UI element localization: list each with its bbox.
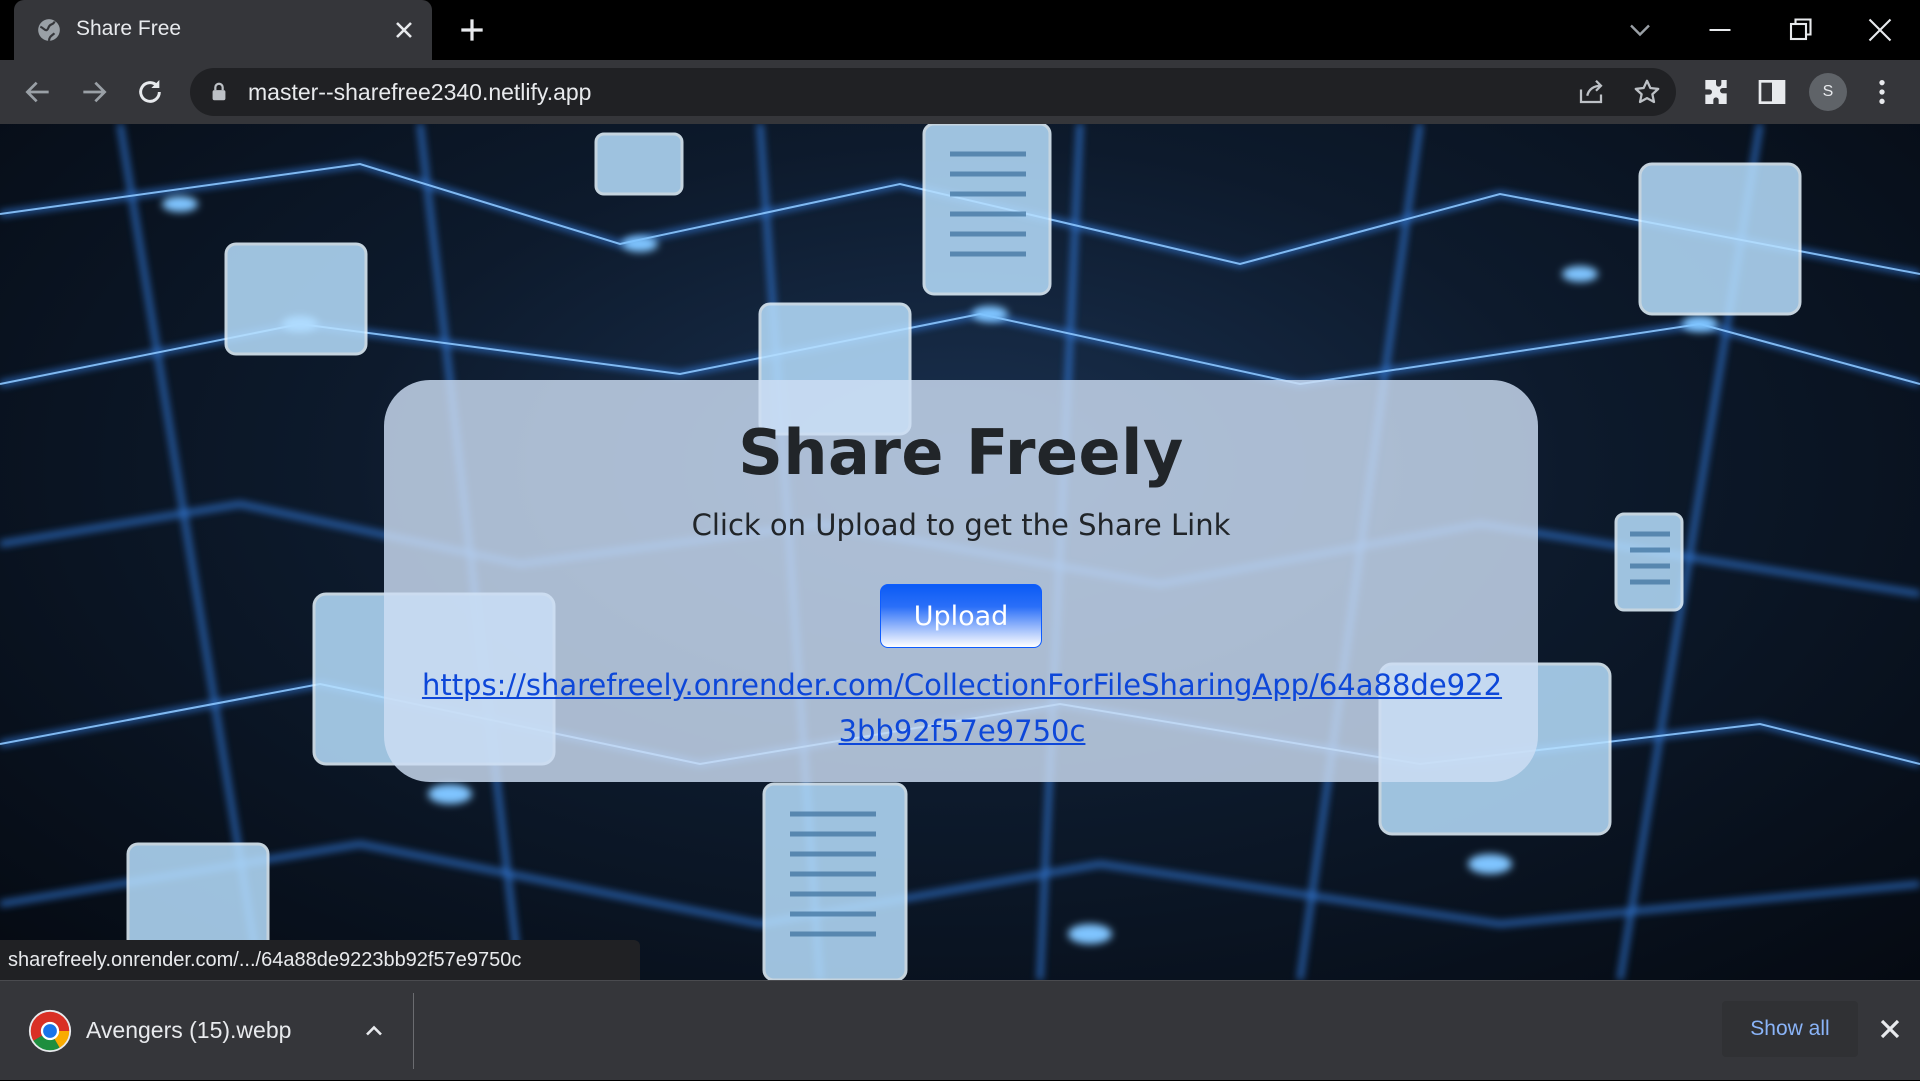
show-all-button[interactable]: Show all: [1722, 1001, 1858, 1057]
browser-tab[interactable]: Share Free: [14, 0, 432, 60]
status-bar-url: sharefreely.onrender.com/.../64a88de9223…: [0, 940, 640, 980]
download-shelf: Avengers (15).webp Show all: [0, 980, 1920, 1080]
address-bar[interactable]: master--sharefree2340.netlify.app: [190, 68, 1676, 116]
restore-icon[interactable]: [1782, 12, 1818, 48]
chevron-up-icon[interactable]: [360, 1017, 388, 1045]
globe-icon: [38, 19, 60, 41]
title-bar: Share Free: [0, 0, 1920, 60]
side-panel-icon[interactable]: [1756, 76, 1788, 108]
arrow-right-icon[interactable]: [78, 76, 110, 108]
minimize-icon[interactable]: [1702, 12, 1738, 48]
download-item[interactable]: Avengers (15).webp: [0, 981, 414, 1081]
close-icon[interactable]: [390, 16, 418, 44]
arrow-left-icon[interactable]: [22, 76, 54, 108]
shelf-divider: [413, 993, 414, 1069]
share-icon[interactable]: [1576, 77, 1606, 107]
upload-button[interactable]: Upload: [880, 584, 1042, 648]
chrome-icon: [28, 1009, 72, 1053]
tab-title: Share Free: [76, 17, 182, 40]
url-text[interactable]: master--sharefree2340.netlify.app: [248, 79, 591, 106]
close-icon[interactable]: [1874, 1013, 1906, 1045]
tab-search-icon[interactable]: [1622, 12, 1658, 48]
puzzle-icon[interactable]: [1700, 76, 1732, 108]
upload-card: Share Freely Click on Upload to get the …: [384, 380, 1538, 782]
star-icon[interactable]: [1632, 77, 1662, 107]
profile-avatar[interactable]: S: [1809, 73, 1847, 111]
window-close-icon[interactable]: [1862, 12, 1898, 48]
browser-toolbar: master--sharefree2340.netlify.app S: [0, 60, 1920, 124]
download-file-name: Avengers (15).webp: [86, 1017, 292, 1043]
share-link[interactable]: https://sharefreely.onrender.com/Collect…: [420, 662, 1504, 754]
reload-icon[interactable]: [134, 76, 166, 108]
kebab-menu-icon[interactable]: [1866, 76, 1898, 108]
page-title: Share Freely: [738, 416, 1184, 489]
page-viewport: Share Freely Click on Upload to get the …: [0, 124, 1920, 980]
page-subtitle: Click on Upload to get the Share Link: [691, 508, 1231, 542]
lock-icon[interactable]: [208, 81, 230, 103]
plus-icon[interactable]: [456, 14, 488, 46]
